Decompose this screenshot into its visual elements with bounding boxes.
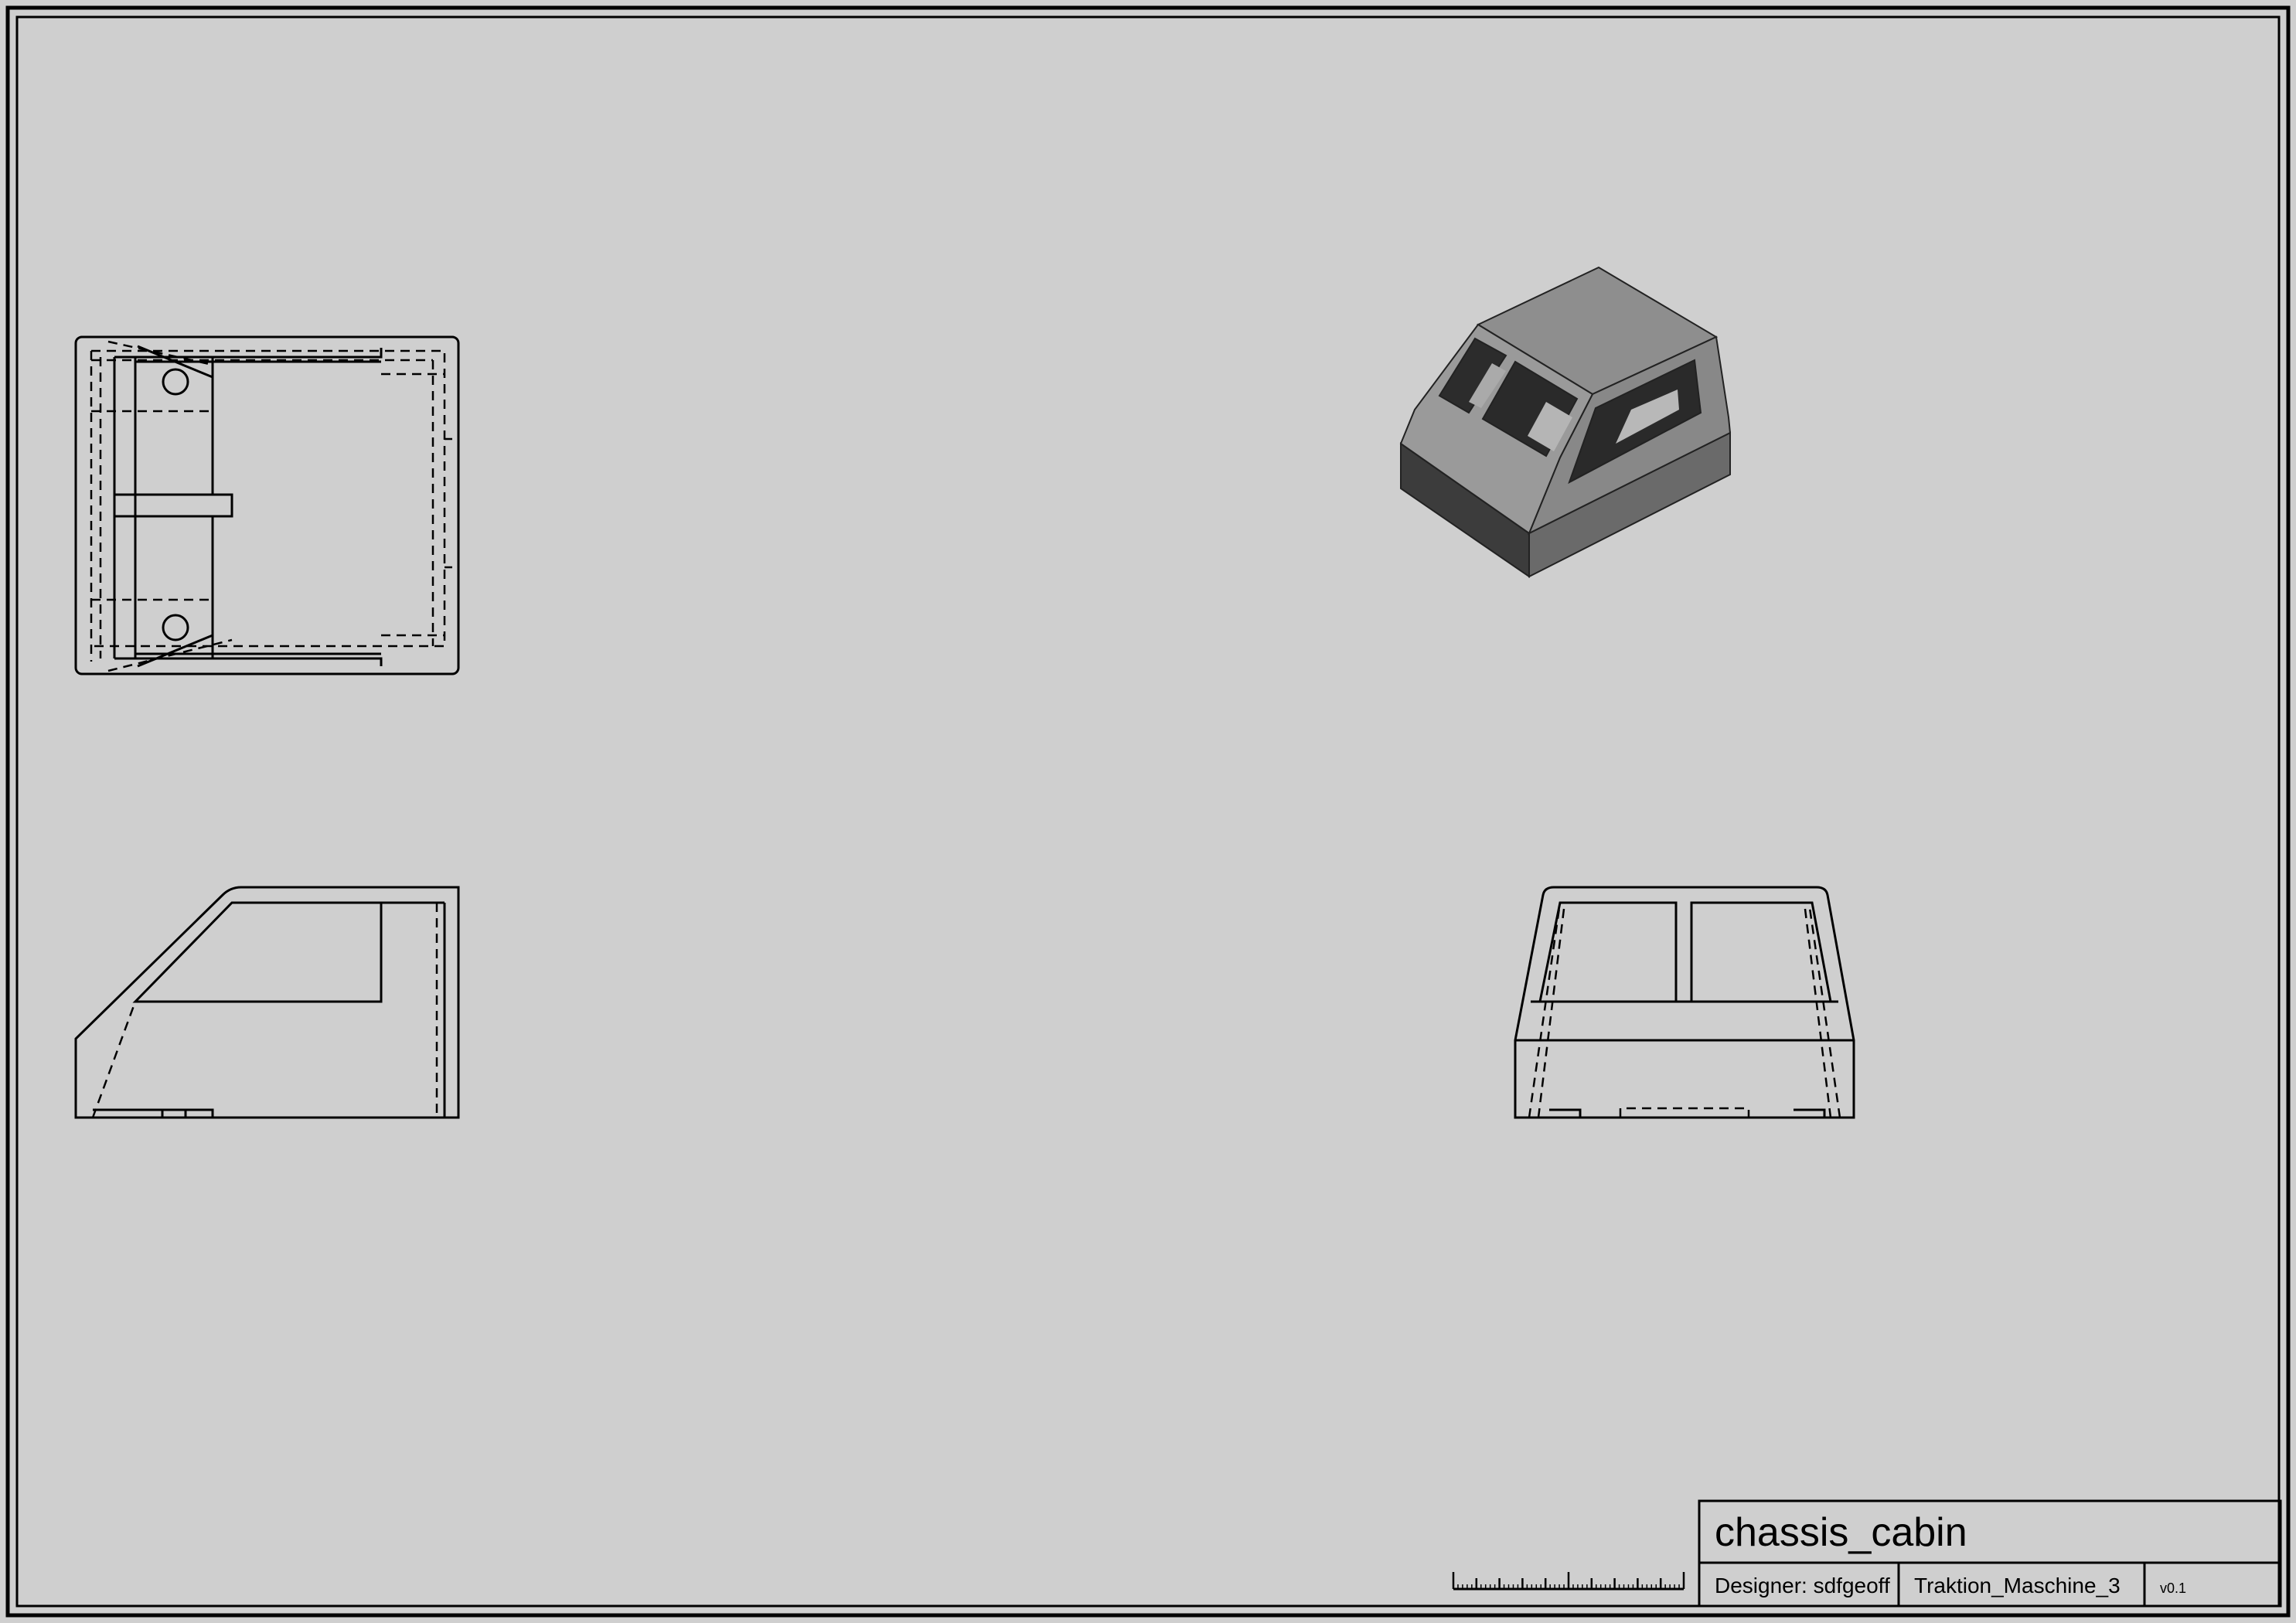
project-name-label: Traktion_Maschine_3 [1914, 1574, 2121, 1597]
paper-background [0, 0, 2296, 1623]
designer-label: Designer: sdfgeoff [1715, 1574, 1890, 1597]
part-name-title: chassis_cabin [1715, 1510, 1967, 1555]
drawing-sheet: chassis_cabin Designer: sdfgeoff Traktio… [0, 0, 2296, 1623]
version-label: v0.1 [2160, 1580, 2186, 1596]
